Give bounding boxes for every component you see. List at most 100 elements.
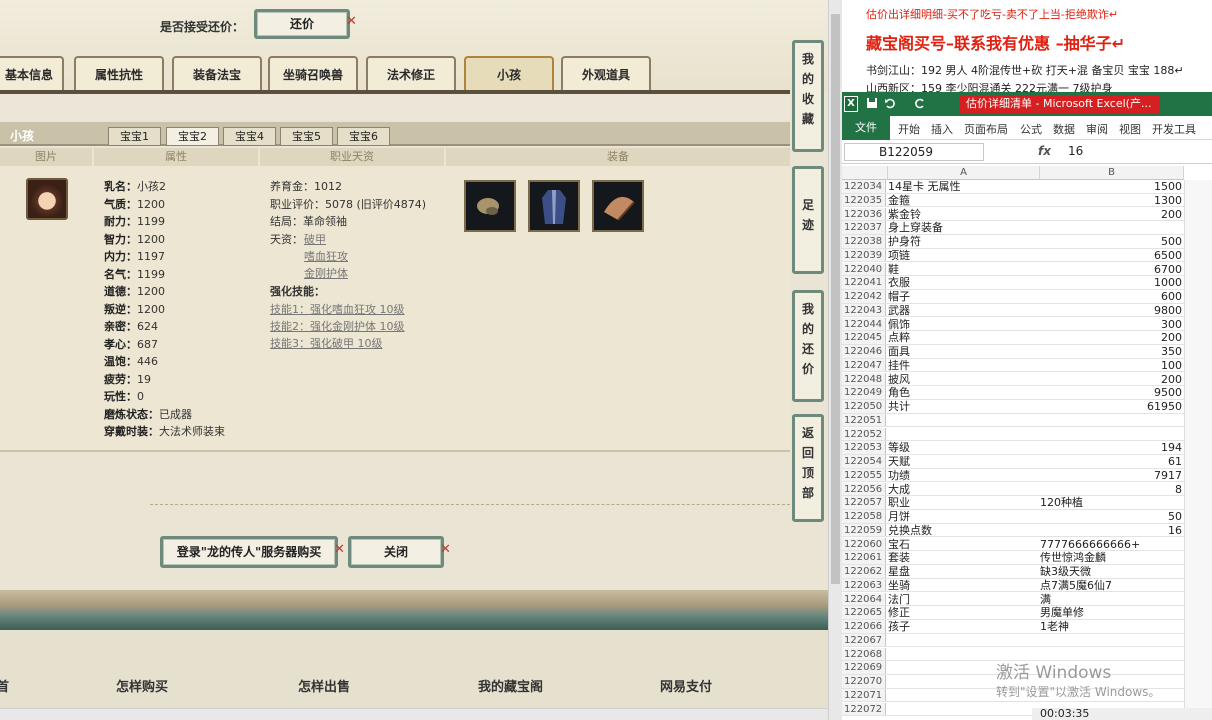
excel-scrollbar[interactable] xyxy=(1184,180,1212,720)
row-number[interactable]: 122045 xyxy=(842,331,886,344)
cell-a[interactable]: 挂件 xyxy=(888,359,1038,373)
talent-1[interactable]: 破甲 xyxy=(304,231,326,247)
cell-a[interactable]: 功绩 xyxy=(888,469,1038,483)
col-header-a[interactable]: A xyxy=(888,166,1040,180)
cell-a[interactable]: 鞋 xyxy=(888,263,1038,277)
equip-fan-icon[interactable] xyxy=(592,180,644,232)
menu-file[interactable]: 文件 xyxy=(842,116,890,140)
cell-b[interactable]: 7917 xyxy=(1040,469,1182,483)
row-number[interactable]: 122048 xyxy=(842,372,886,386)
row-number[interactable]: 122067 xyxy=(842,633,886,647)
cell-b[interactable]: 6500 xyxy=(1040,249,1182,263)
row-number[interactable]: 122040 xyxy=(842,262,886,276)
menu-developer[interactable]: 开发工具 xyxy=(1152,121,1196,137)
talent-2[interactable]: 嗜血狂攻 xyxy=(304,248,348,264)
tab-equipment[interactable]: 装备法宝 xyxy=(172,56,262,92)
cell-b[interactable]: 6700 xyxy=(1040,263,1182,277)
row-number[interactable]: 122044 xyxy=(842,317,886,331)
row-number[interactable]: 122037 xyxy=(842,221,886,234)
cell-a[interactable]: 天赋 xyxy=(888,455,1038,469)
cell-b[interactable]: 16 xyxy=(1040,524,1182,538)
menu-home[interactable]: 开始 xyxy=(898,121,920,137)
col-header-b[interactable]: B xyxy=(1040,166,1184,180)
cell-b[interactable]: 120种植 xyxy=(1040,496,1182,510)
row-number[interactable]: 122052 xyxy=(842,427,886,441)
row-number[interactable]: 122038 xyxy=(842,235,886,248)
footprint-button[interactable]: 足迹 xyxy=(792,166,824,274)
row-number[interactable]: 122034 xyxy=(842,180,886,193)
menu-view[interactable]: 视图 xyxy=(1119,121,1141,137)
row-number[interactable]: 122053 xyxy=(842,441,886,454)
cell-a[interactable]: 武器 xyxy=(888,304,1038,318)
redo-icon[interactable] xyxy=(914,97,926,109)
cell-a[interactable]: 项链 xyxy=(888,249,1038,263)
row-number[interactable]: 122041 xyxy=(842,276,886,289)
row-number[interactable]: 122064 xyxy=(842,592,886,606)
cell-a[interactable]: 衣服 xyxy=(888,276,1038,290)
skill-3[interactable]: 技能3：强化破甲 10级 xyxy=(270,335,383,351)
cell-b[interactable]: 点7满5魔6仙7 xyxy=(1040,579,1182,593)
back-to-top-button[interactable]: 返回顶部 xyxy=(792,414,824,522)
row-number[interactable]: 122043 xyxy=(842,303,886,317)
menu-data[interactable]: 数据 xyxy=(1053,121,1075,137)
footer-link-netease-pay[interactable]: 网易支付 xyxy=(660,676,712,695)
cell-b[interactable]: 9500 xyxy=(1040,386,1182,400)
cell-b[interactable]: 61 xyxy=(1040,455,1182,469)
close-button[interactable]: 关闭 xyxy=(348,536,444,568)
cell-a[interactable]: 佩饰 xyxy=(888,318,1038,332)
vertical-scrollbar[interactable] xyxy=(828,0,842,720)
cell-a[interactable]: 身上穿装备 xyxy=(888,221,1038,235)
row-number[interactable]: 122070 xyxy=(842,675,886,688)
name-box[interactable]: B122059 xyxy=(844,143,984,161)
cell-b[interactable]: 1000 xyxy=(1040,276,1182,290)
my-favorites-button[interactable]: 我的收藏 xyxy=(792,40,824,152)
row-number[interactable]: 122051 xyxy=(842,413,886,427)
tab-mounts[interactable]: 坐骑召唤兽 xyxy=(268,56,358,92)
footer-link-home[interactable]: 首 xyxy=(0,676,9,695)
cell-b[interactable]: 1500 xyxy=(1040,180,1182,194)
tab-basic-info[interactable]: 基本信息 xyxy=(0,56,64,92)
cell-b[interactable]: 200 xyxy=(1040,373,1182,387)
cell-b[interactable]: 9800 xyxy=(1040,304,1182,318)
cell-a[interactable]: 共计 xyxy=(888,400,1038,414)
cell-b[interactable]: 8 xyxy=(1040,483,1182,497)
cell-b[interactable]: 缺3级天微 xyxy=(1040,565,1182,579)
row-number[interactable]: 122065 xyxy=(842,606,886,619)
my-counter-offers-button[interactable]: 我的还价 xyxy=(792,290,824,402)
cell-b[interactable]: 500 xyxy=(1040,235,1182,249)
footer-link-how-to-buy[interactable]: 怎样购买 xyxy=(116,676,168,695)
row-number[interactable]: 122039 xyxy=(842,248,886,262)
cell-a[interactable]: 披风 xyxy=(888,373,1038,387)
cell-a[interactable]: 兑换点数 xyxy=(888,524,1038,538)
row-number[interactable]: 122035 xyxy=(842,193,886,207)
cell-b[interactable]: 200 xyxy=(1040,208,1182,222)
row-number[interactable]: 122049 xyxy=(842,386,886,399)
row-number[interactable]: 122066 xyxy=(842,620,886,633)
cell-b[interactable]: 100 xyxy=(1040,359,1182,373)
subtab-baby6[interactable]: 宝宝6 xyxy=(337,127,390,146)
cell-b[interactable]: 600 xyxy=(1040,290,1182,304)
tab-attributes[interactable]: 属性抗性 xyxy=(74,56,164,92)
tab-children[interactable]: 小孩 xyxy=(464,56,554,92)
cell-b[interactable]: 男魔单修 xyxy=(1040,606,1182,620)
cell-a[interactable]: 护身符 xyxy=(888,235,1038,249)
cell-a[interactable]: 宝石 xyxy=(888,538,1038,552)
scroll-thumb[interactable] xyxy=(831,14,840,584)
menu-formulas[interactable]: 公式 xyxy=(1020,121,1042,137)
formula-input[interactable]: 16 xyxy=(1068,144,1083,158)
row-number[interactable]: 122047 xyxy=(842,358,886,372)
footer-link-my-cbg[interactable]: 我的藏宝阁 xyxy=(478,676,543,695)
cell-a[interactable]: 金箍 xyxy=(888,194,1038,208)
talent-3[interactable]: 金刚护体 xyxy=(304,265,348,281)
menu-review[interactable]: 审阅 xyxy=(1086,121,1108,137)
row-number[interactable]: 122057 xyxy=(842,496,886,509)
cell-a[interactable]: 修正 xyxy=(888,606,1038,620)
row-number[interactable]: 122071 xyxy=(842,688,886,702)
equip-helmet-icon[interactable] xyxy=(464,180,516,232)
subtab-baby1[interactable]: 宝宝1 xyxy=(108,127,161,146)
row-number[interactable]: 122059 xyxy=(842,523,886,537)
buy-on-server-button[interactable]: 登录"龙的传人"服务器购买 xyxy=(160,536,338,568)
save-icon[interactable] xyxy=(866,97,878,109)
row-number[interactable]: 122060 xyxy=(842,537,886,551)
cell-b[interactable]: 200 xyxy=(1040,331,1182,345)
